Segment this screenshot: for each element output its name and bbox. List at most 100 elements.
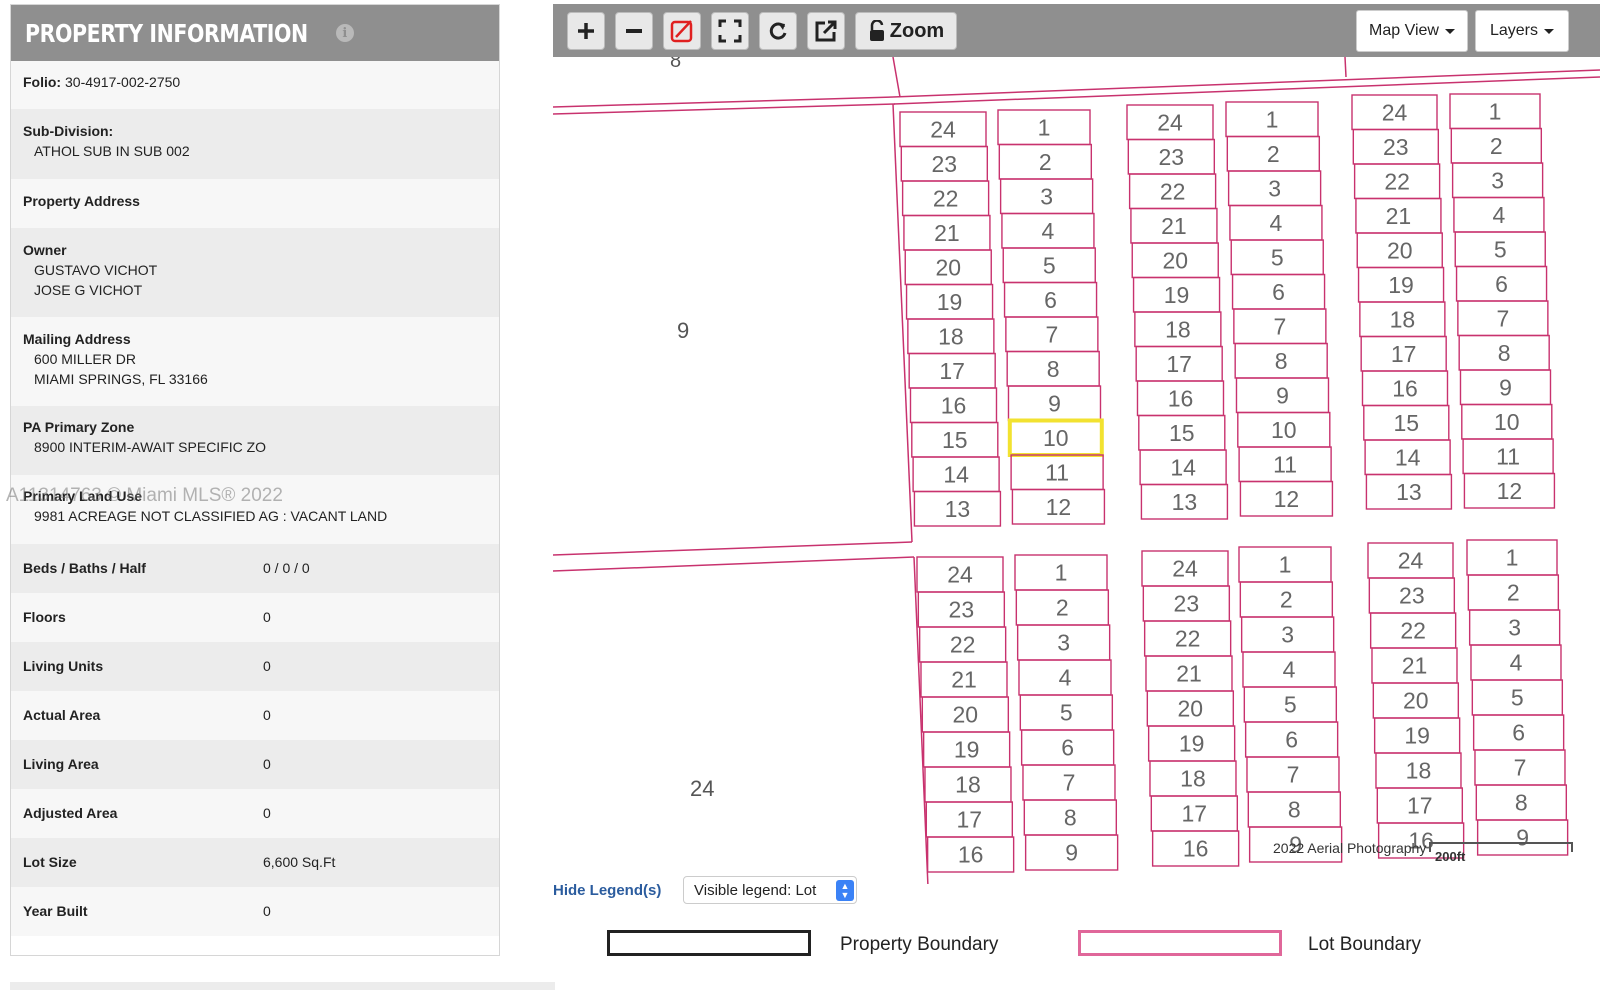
lot-number: 1 (1489, 98, 1502, 124)
panel-title: PROPERTY INFORMATION (25, 18, 308, 48)
lot-size-value: 6,600 Sq.Ft (263, 854, 336, 870)
lot-number: 20 (1162, 247, 1188, 273)
lot-number: 5 (1271, 244, 1284, 270)
watermark: A11314763 © Miami MLS® 2022 (6, 485, 283, 506)
lot-number: 3 (1040, 183, 1053, 209)
lot-number: 3 (1281, 622, 1294, 648)
lot-number: 16 (1392, 375, 1418, 401)
lot-number: 4 (1042, 218, 1055, 244)
lot-number: 20 (1178, 696, 1204, 722)
draw-button[interactable] (663, 12, 701, 50)
year-built-value: 0 (263, 903, 271, 919)
lot-number: 9 (1048, 390, 1061, 416)
lot-grid: 2423222120191817161514131234567891011122… (899, 93, 1569, 873)
lot-number: 6 (1044, 287, 1057, 313)
layers-dropdown[interactable]: Layers (1475, 10, 1569, 52)
aerial-photography-label: 2022 Aerial Photography (1273, 840, 1427, 856)
lot-number: 24 (1172, 556, 1198, 582)
owner-name-1: GUSTAVO VICHOT (34, 262, 158, 278)
owner-name-2: JOSE G VICHOT (34, 282, 143, 298)
lot-number: 23 (949, 597, 975, 623)
lot-number: 19 (1404, 723, 1430, 749)
subdivision-label: Sub-Division: (23, 123, 114, 139)
floors-row: Floors 0 (11, 593, 499, 642)
lot-number: 13 (945, 496, 971, 522)
reset-button[interactable] (759, 12, 797, 50)
property-address-label: Property Address (23, 193, 140, 209)
hide-legend-link[interactable]: Hide Legend(s) (553, 882, 661, 899)
scale-label: 200ft (1435, 849, 1466, 864)
lot-number: 13 (1396, 479, 1422, 505)
refresh-icon (769, 22, 787, 40)
lot-number: 8 (1288, 797, 1301, 823)
zoom-in-button[interactable] (567, 12, 605, 50)
mailing-line-2: MIAMI SPRINGS, FL 33166 (34, 371, 208, 387)
lot-number: 13 (1172, 489, 1198, 515)
lot-number: 19 (1179, 731, 1205, 757)
layers-label: Layers (1489, 22, 1539, 39)
lot-number: 15 (1394, 410, 1420, 436)
property-boundary-swatch (607, 930, 811, 956)
lot-number: 21 (951, 667, 977, 693)
map-view-dropdown[interactable]: Map View (1356, 10, 1468, 52)
lot-number: 14 (1170, 454, 1196, 480)
lot-number: 5 (1043, 252, 1056, 278)
lot-number: 19 (954, 737, 980, 763)
lot-number: 3 (1491, 167, 1504, 193)
floors-value: 0 (263, 609, 271, 625)
lot-number: 22 (950, 632, 976, 658)
lot-number: 11 (1045, 459, 1069, 485)
lot-number: 5 (1494, 236, 1507, 262)
lot-number: 2 (1267, 141, 1280, 167)
lot-number: 21 (934, 220, 960, 246)
owner-row: Owner GUSTAVO VICHOT JOSE G VICHOT (11, 228, 499, 317)
zoom-lock-button[interactable]: Zoom (855, 12, 957, 50)
fullscreen-button[interactable] (711, 12, 749, 50)
lot-number: 6 (1061, 735, 1074, 761)
lot-number: 6 (1495, 271, 1508, 297)
parcel-label-9: 9 (677, 318, 689, 343)
map-canvas[interactable]: 2423222120191817161514131234567891011122… (553, 57, 1600, 884)
lot-number: 6 (1272, 279, 1285, 305)
beds-baths-value: 0 / 0 / 0 (263, 560, 310, 576)
lot-number: 1 (1055, 560, 1068, 586)
lot-number: 19 (1164, 282, 1190, 308)
folio-row: Folio: 30-4917-002-2750 (11, 61, 499, 109)
plus-icon (578, 23, 594, 39)
adjusted-area-row: Adjusted Area 0 (11, 789, 499, 838)
lot-number: 16 (1183, 836, 1209, 862)
lot-number: 11 (1273, 451, 1297, 477)
share-button[interactable] (807, 12, 845, 50)
lot-number: 20 (953, 702, 979, 728)
lot-number: 23 (1159, 144, 1185, 170)
info-icon[interactable]: i (335, 24, 354, 42)
beds-baths-row: Beds / Baths / Half 0 / 0 / 0 (11, 544, 499, 593)
lot-number: 8 (1064, 805, 1077, 831)
lot-number: 10 (1271, 417, 1297, 443)
lot-number: 22 (1175, 626, 1201, 652)
lot-number: 11 (1496, 443, 1520, 469)
fullscreen-icon (718, 19, 742, 43)
lot-number: 1 (1266, 106, 1279, 132)
property-info-panel: PROPERTY INFORMATION i Folio: 30-4917-00… (10, 4, 500, 956)
lot-number: 12 (1274, 486, 1300, 512)
lot-boundary-swatch (1078, 930, 1282, 956)
lot-number: 1 (1279, 552, 1292, 578)
floors-label: Floors (23, 609, 66, 625)
lot-number: 23 (1174, 591, 1200, 617)
unlock-icon (869, 20, 884, 41)
lot-number: 24 (947, 562, 973, 588)
lot-number: 22 (933, 185, 959, 211)
lot-number: 22 (1160, 178, 1186, 204)
caret-down-icon (1444, 28, 1455, 34)
lot-number: 16 (941, 392, 967, 418)
zoom-out-button[interactable] (615, 12, 653, 50)
bottom-strip (10, 982, 555, 990)
zoom-label: Zoom (889, 19, 945, 42)
lot-number: 2 (1507, 580, 1520, 606)
lot-number: 10 (1043, 425, 1069, 451)
legend-select[interactable]: Visible legend: Lot ▲ ▼ (683, 876, 857, 904)
external-link-icon (815, 20, 837, 42)
parcel-map[interactable]: 24 23 22 21 20 19 18 17 16 15 14 13 1 2 3 4 5 6 7 8 9 10 11 12 2… (553, 4, 1600, 884)
living-units-label: Living Units (23, 658, 104, 674)
